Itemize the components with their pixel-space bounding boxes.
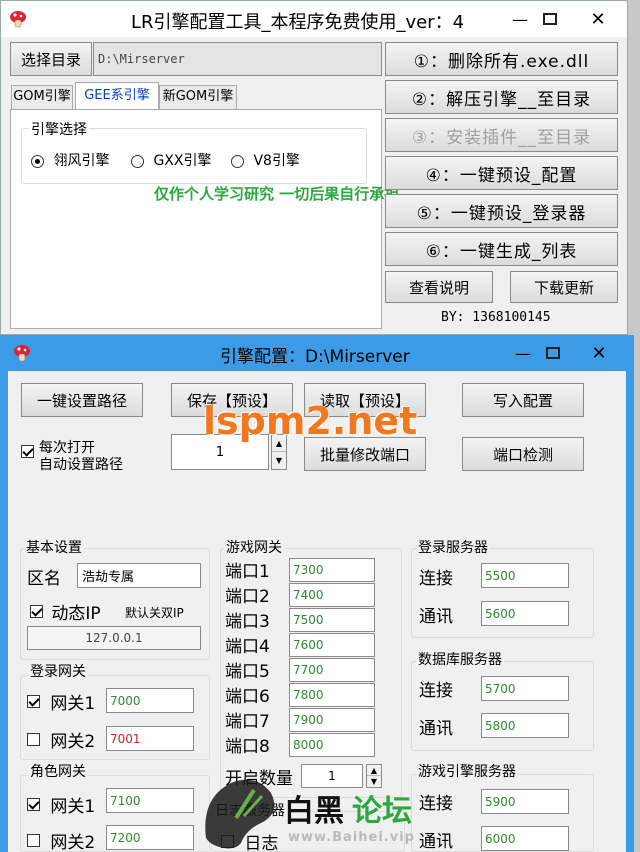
watermark-forum-logo: 白黑 论坛 www.Baihei.vip bbox=[196, 766, 456, 852]
titlebar[interactable]: LR引擎配置工具_本程序免费使用_ver：4 — ✕ bbox=[1, 1, 627, 37]
app-mushroom-icon bbox=[9, 10, 27, 28]
titlebar[interactable]: 引擎配置：D:\Mirserver — ✕ bbox=[0, 335, 634, 371]
author-credit: BY: 1368100145 bbox=[441, 310, 551, 325]
generate-list-button[interactable]: ⑥：一键生成_列表 bbox=[385, 232, 618, 266]
close-button[interactable]: ✕ bbox=[576, 335, 622, 371]
login-gw2-input[interactable]: 7001 bbox=[106, 726, 194, 751]
forum-name-green: 论坛 bbox=[352, 794, 412, 829]
minimize-button[interactable]: — bbox=[508, 335, 538, 371]
minimize-button[interactable]: — bbox=[505, 1, 535, 37]
game-gateway-label: 游戏网关 bbox=[224, 537, 284, 557]
basic-settings-label: 基本设置 bbox=[24, 537, 84, 557]
game-port-input[interactable]: 7400 bbox=[289, 583, 375, 607]
radio-v8[interactable]: V8引擎 bbox=[231, 150, 300, 170]
engine-conn-input[interactable]: 5900 bbox=[481, 789, 569, 814]
window-title: 引擎配置：D:\Mirserver bbox=[220, 347, 410, 367]
preset-config-button[interactable]: ④：一键预设_配置 bbox=[385, 156, 618, 190]
login-gw1-checkbox[interactable]: 网关1 bbox=[27, 689, 95, 714]
tab-gom[interactable]: GOM引擎 bbox=[11, 85, 73, 109]
role-gw2-input[interactable]: 7200 bbox=[106, 825, 194, 850]
game-port-label: 端口5 bbox=[225, 662, 270, 682]
zone-name-input[interactable]: 浩劫专属 bbox=[77, 563, 201, 588]
radio-indicator[interactable] bbox=[131, 154, 144, 168]
radio-indicator[interactable] bbox=[31, 154, 44, 168]
db-server-label: 数据库服务器 bbox=[416, 649, 504, 669]
zone-name-label: 区名 bbox=[27, 569, 61, 589]
install-plugin-button[interactable]: ③：安装插件__至目录 bbox=[385, 118, 618, 152]
watermark-lspm2: lspm2.net bbox=[203, 399, 418, 443]
game-port-input[interactable]: 7600 bbox=[289, 633, 375, 657]
login-gateway-label: 登录网关 bbox=[28, 661, 88, 681]
game-port-label: 端口8 bbox=[225, 737, 270, 757]
maximize-button[interactable] bbox=[535, 1, 565, 37]
role-gw1-checkbox[interactable]: 网关1 bbox=[27, 792, 95, 817]
help-button[interactable]: 查看说明 bbox=[385, 271, 493, 303]
role-gw2-checkbox[interactable]: 网关2 bbox=[27, 828, 95, 852]
disclaimer-notice: 仅作个人学习研究 一切后果自行承担 bbox=[154, 185, 400, 203]
select-dir-button[interactable]: 选择目录 bbox=[10, 42, 92, 76]
game-port-input[interactable]: 7900 bbox=[289, 708, 375, 732]
dir-path-field[interactable]: D:\Mirserver bbox=[93, 42, 382, 76]
login-gw1-input[interactable]: 7000 bbox=[106, 688, 194, 713]
game-port-input[interactable]: 7700 bbox=[289, 658, 375, 682]
db-conn-label: 连接 bbox=[419, 681, 453, 701]
game-port-input[interactable]: 7800 bbox=[289, 683, 375, 707]
tab-panel: 引擎选择 翎风引擎 GXX引擎 V8引擎 仅作个人学习研究 一切后果自行承担 bbox=[10, 109, 399, 329]
close-button[interactable]: ✕ bbox=[575, 1, 621, 37]
login-comm-input[interactable]: 5600 bbox=[481, 601, 569, 626]
ink-brush-logo-icon bbox=[196, 768, 286, 852]
role-gateway-label: 角色网关 bbox=[28, 761, 88, 781]
game-port-label: 端口7 bbox=[225, 712, 270, 732]
window-title: LR引擎配置工具_本程序免费使用_ver：4 bbox=[131, 12, 465, 33]
checkbox-indicator[interactable] bbox=[27, 733, 40, 746]
checkbox-indicator[interactable] bbox=[27, 798, 40, 811]
checkbox-indicator[interactable] bbox=[21, 445, 34, 458]
db-conn-input[interactable]: 5700 bbox=[481, 676, 569, 701]
radio-indicator[interactable] bbox=[231, 154, 244, 168]
tab-new-gom[interactable]: 新GOM引擎 bbox=[159, 85, 237, 109]
login-conn-input[interactable]: 5500 bbox=[481, 563, 569, 588]
game-port-input[interactable]: 7500 bbox=[289, 608, 375, 632]
game-port-input[interactable]: 7300 bbox=[289, 558, 375, 582]
forum-name-black: 白黑 bbox=[284, 794, 344, 829]
window-engine-tool: LR引擎配置工具_本程序免费使用_ver：4 — ✕ 选择目录 D:\Mirse… bbox=[0, 0, 628, 335]
maximize-button[interactable] bbox=[538, 335, 568, 371]
spin-down-icon[interactable]: ▼ bbox=[272, 452, 286, 469]
port-check-button[interactable]: 端口检测 bbox=[462, 437, 584, 471]
preset-launcher-button[interactable]: ⑤：一键预设_登录器 bbox=[385, 194, 618, 228]
engine-comm-input[interactable]: 6000 bbox=[481, 826, 569, 851]
login-gw2-checkbox[interactable]: 网关2 bbox=[27, 727, 95, 752]
login-comm-label: 通讯 bbox=[419, 607, 453, 627]
game-port-label: 端口4 bbox=[225, 637, 270, 657]
db-comm-input[interactable]: 5800 bbox=[481, 713, 569, 738]
engine-select-label: 引擎选择 bbox=[29, 119, 89, 139]
download-update-button[interactable]: 下载更新 bbox=[510, 271, 618, 303]
db-comm-label: 通讯 bbox=[419, 719, 453, 739]
game-port-label: 端口6 bbox=[225, 687, 270, 707]
forum-url: www.Baihei.vip bbox=[288, 830, 415, 845]
delete-exe-dll-button[interactable]: ①：删除所有.exe.dll bbox=[385, 42, 618, 76]
game-port-input[interactable]: 8000 bbox=[289, 733, 375, 757]
radio-lingfeng[interactable]: 翎风引擎 bbox=[31, 150, 109, 170]
login-conn-label: 连接 bbox=[419, 569, 453, 589]
checkbox-indicator[interactable] bbox=[27, 834, 40, 847]
dual-ip-hint: 默认关双IP bbox=[125, 606, 184, 620]
login-server-label: 登录服务器 bbox=[416, 537, 490, 557]
checkbox-indicator[interactable] bbox=[30, 605, 43, 618]
tab-gee[interactable]: GEE系引擎 bbox=[75, 82, 159, 110]
write-config-button[interactable]: 写入配置 bbox=[462, 383, 584, 417]
ip-field[interactable]: 127.0.0.1 bbox=[27, 626, 201, 650]
game-port-label: 端口2 bbox=[225, 587, 270, 607]
game-port-label: 端口1 bbox=[225, 562, 270, 582]
radio-gxx[interactable]: GXX引擎 bbox=[131, 150, 211, 170]
game-port-label: 端口3 bbox=[225, 612, 270, 632]
extract-engine-button[interactable]: ②：解压引擎__至目录 bbox=[385, 80, 618, 114]
checkbox-indicator[interactable] bbox=[27, 695, 40, 708]
role-gw1-input[interactable]: 7100 bbox=[106, 788, 194, 813]
dynamic-ip-checkbox[interactable]: 动态IP bbox=[30, 599, 101, 624]
set-path-button[interactable]: 一键设置路径 bbox=[21, 383, 143, 417]
app-mushroom-icon bbox=[13, 344, 31, 362]
